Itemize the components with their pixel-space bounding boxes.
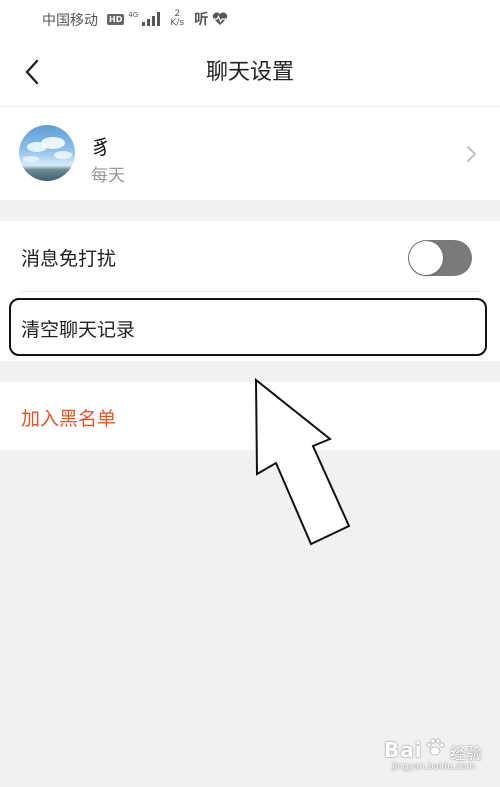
signal-icon [142, 12, 161, 26]
watermark-url: jingyan.baidu.com [392, 762, 476, 772]
watermark-jingyan: 经验 [450, 744, 483, 763]
network-type-label: 4G [128, 10, 139, 19]
status-icons: HD 4G 2 K/s 听 [107, 8, 228, 30]
back-button[interactable] [18, 55, 48, 89]
watermark-brand: Bai [384, 738, 423, 762]
navigation-bar: 聊天设置 [0, 40, 500, 107]
contact-subtitle: 每天 [91, 166, 125, 186]
avatar-image [23, 137, 72, 162]
page-title: 聊天设置 [205, 60, 294, 85]
avatar[interactable] [19, 125, 75, 181]
heart-pulse-icon [213, 12, 228, 25]
chevron-right-icon [467, 146, 476, 162]
baidu-jingyan-watermark: Bai 经验 jingyan.baidu.com [380, 736, 490, 780]
add-to-blacklist-row[interactable]: 加入黑名单 [0, 382, 500, 450]
network-speed: 2 K/s [168, 10, 186, 28]
add-to-blacklist-label: 加入黑名单 [21, 408, 117, 430]
contact-profile-row[interactable]: 豸 每天 [0, 107, 500, 200]
do-not-disturb-toggle[interactable] [408, 240, 472, 276]
paw-icon [426, 738, 445, 756]
do-not-disturb-label: 消息免打扰 [21, 248, 117, 270]
status-bar: 中国移动 HD 4G 2 K/s 听 [0, 0, 500, 40]
chevron-left-icon [25, 59, 39, 85]
highlight-annotation-box [9, 298, 487, 356]
carrier-label: 中国移动 [42, 13, 98, 29]
hd-icon: HD [107, 13, 125, 25]
speed-unit: K/s [170, 18, 185, 28]
contact-name: 豸 [91, 135, 111, 159]
toggle-knob [409, 241, 443, 275]
listen-indicator: 听 [194, 12, 209, 28]
